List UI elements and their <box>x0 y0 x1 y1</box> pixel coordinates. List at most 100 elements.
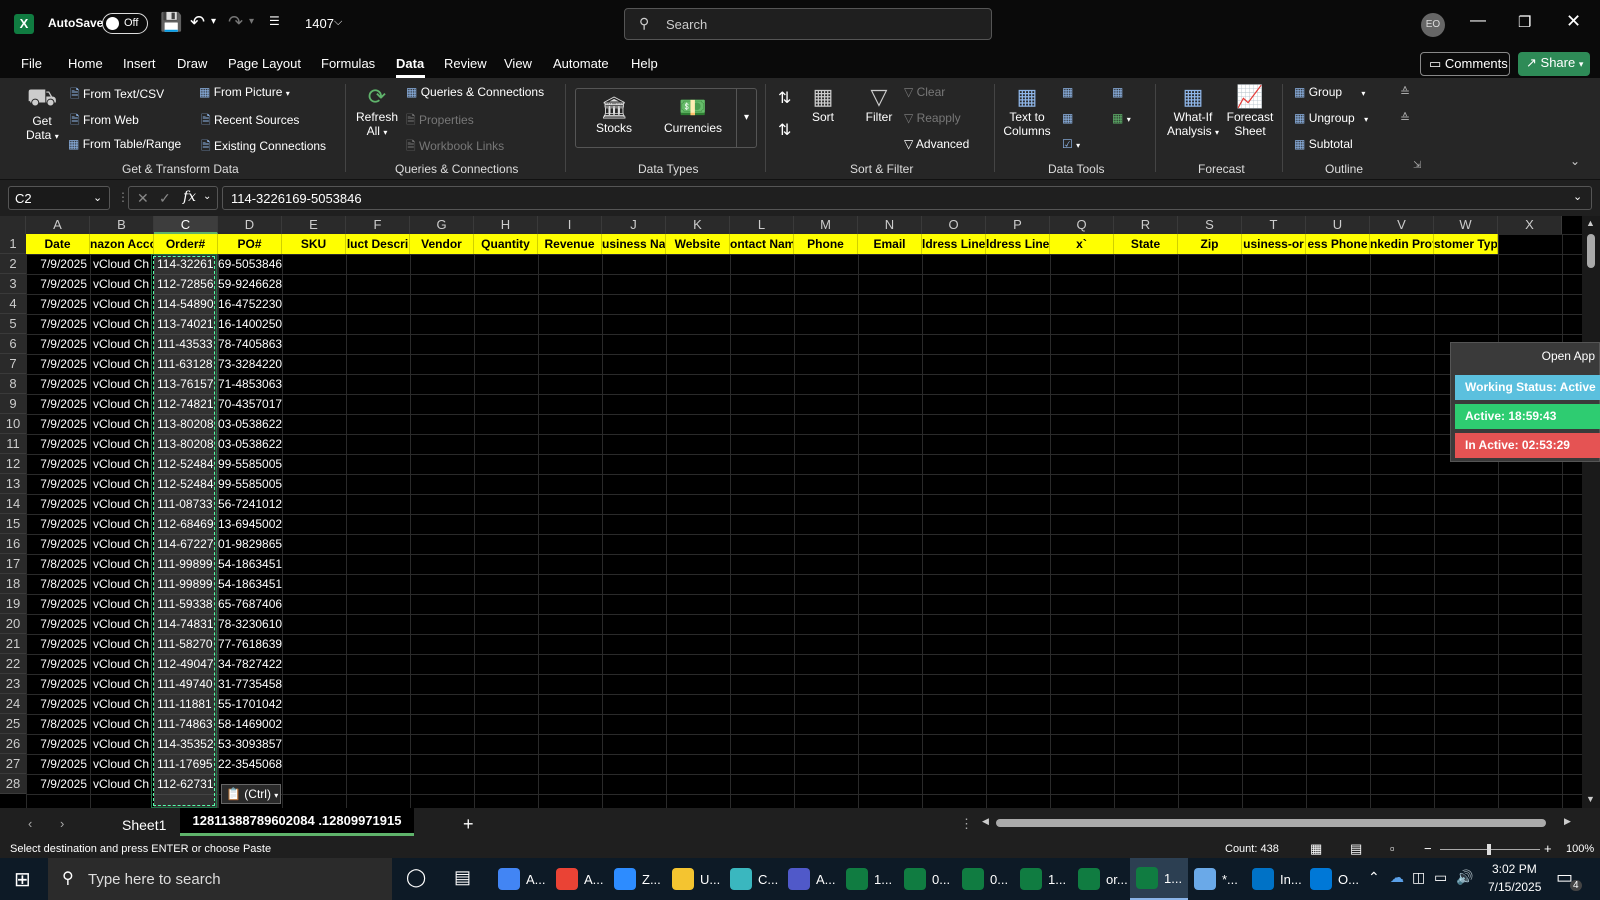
cell-account[interactable]: vCloud Ch <box>93 634 154 654</box>
column-header-a[interactable]: A <box>26 216 90 234</box>
taskbar-app[interactable]: A... <box>550 858 608 900</box>
cell-po[interactable]: 13-6945002 <box>218 514 346 534</box>
row-header-5[interactable]: 5 <box>0 314 26 334</box>
cell-po[interactable]: 53-3093857 <box>218 734 346 754</box>
row-header-9[interactable]: 9 <box>0 394 26 414</box>
cell-po[interactable]: 01-9829865 <box>218 534 346 554</box>
from-web-button[interactable]: 🗎 From Web <box>70 111 139 132</box>
taskbar-search-box[interactable]: ⚲ Type here to search <box>48 858 392 900</box>
tab-draw[interactable]: Draw <box>177 56 207 71</box>
share-button[interactable]: ↗ Share ▾ <box>1518 52 1590 76</box>
defender-icon[interactable]: ◫ <box>1412 869 1425 886</box>
page-break-view-icon[interactable]: ▫ <box>1390 841 1395 856</box>
taskbar-app[interactable]: A... <box>492 858 550 900</box>
header-cell[interactable]: Vendor <box>410 234 474 254</box>
tab-formulas[interactable]: Formulas <box>321 56 375 71</box>
prev-sheet-icon[interactable]: ‹ <box>28 816 32 831</box>
taskbar-app[interactable]: A... <box>782 858 840 900</box>
header-cell[interactable]: ldress Line <box>986 234 1050 254</box>
header-cell[interactable]: ldress Line <box>922 234 986 254</box>
cell-po[interactable]: 34-7827422 <box>218 654 346 674</box>
forecast-sheet-button[interactable]: 📈 Forecast Sheet <box>1225 84 1275 138</box>
cell-po[interactable]: 99-5585005 <box>218 474 346 494</box>
column-header-n[interactable]: N <box>858 216 922 234</box>
name-box[interactable]: C2 ⌄ <box>8 186 110 210</box>
existing-connections-button[interactable]: 🗎 Existing Connections <box>201 137 326 158</box>
row-header-28[interactable]: 28 <box>0 774 26 794</box>
taskbar-app[interactable]: or... <box>1072 858 1130 900</box>
column-header-k[interactable]: K <box>666 216 730 234</box>
row-header-17[interactable]: 17 <box>0 554 26 574</box>
row-header-21[interactable]: 21 <box>0 634 26 654</box>
clock-date[interactable]: 7/15/2025 <box>1488 880 1541 894</box>
row-header-15[interactable]: 15 <box>0 514 26 534</box>
taskbar-app[interactable]: In... <box>1246 858 1304 900</box>
cancel-entry-icon[interactable]: ✕ <box>137 190 149 207</box>
cell-po[interactable]: 70-4357017 <box>218 394 346 414</box>
file-name-chevron-icon[interactable]: ⌵ <box>334 16 342 29</box>
relationships-button[interactable]: ▦ ▾ <box>1112 111 1131 125</box>
zoom-out-icon[interactable]: − <box>1424 841 1432 856</box>
horizontal-scrollbar[interactable]: ◀ ▶ <box>978 816 1578 830</box>
cell-date[interactable]: 7/8/2025 <box>26 714 87 734</box>
cell-account[interactable]: vCloud Ch <box>93 514 154 534</box>
sort-button[interactable]: ▦ Sort <box>806 84 840 124</box>
volume-icon[interactable]: 🔊 <box>1456 869 1473 886</box>
spreadsheet-grid[interactable]: ABCDEFGHIJKLMNOPQRSTUVWX 1 2 3 4 5 6 7 8 9 10 11 12… <box>0 216 1600 808</box>
scroll-right-icon[interactable]: ▶ <box>1564 816 1571 827</box>
next-sheet-icon[interactable]: › <box>60 816 64 831</box>
cell-po[interactable]: 78-3230610 <box>218 614 346 634</box>
row-header-3[interactable]: 3 <box>0 274 26 294</box>
cell-po[interactable]: 99-5585005 <box>218 454 346 474</box>
sort-ascending-button[interactable]: ⇅ <box>778 88 791 108</box>
scroll-down-icon[interactable]: ▼ <box>1586 794 1595 804</box>
cell-date[interactable]: 7/9/2025 <box>26 734 87 754</box>
tab-insert[interactable]: Insert <box>123 56 156 71</box>
user-avatar[interactable]: EO <box>1421 13 1445 37</box>
cell-account[interactable]: vCloud Ch <box>93 374 154 394</box>
tab-automate[interactable]: Automate <box>553 56 609 71</box>
column-header-u[interactable]: U <box>1306 216 1370 234</box>
undo-dropdown-icon[interactable]: ▾ <box>211 16 216 27</box>
row-header-24[interactable]: 24 <box>0 694 26 714</box>
cell-account[interactable]: vCloud Ch <box>93 574 154 594</box>
cell-date[interactable]: 7/9/2025 <box>26 534 87 554</box>
cell-account[interactable]: vCloud Ch <box>93 594 154 614</box>
column-header-m[interactable]: M <box>794 216 858 234</box>
header-cell[interactable]: usiness Nar <box>602 234 666 254</box>
cell-account[interactable]: vCloud Ch <box>93 494 154 514</box>
header-cell[interactable]: luct Descri <box>346 234 410 254</box>
cell-date[interactable]: 7/9/2025 <box>26 294 87 314</box>
column-header-j[interactable]: J <box>602 216 666 234</box>
cell-date[interactable]: 7/9/2025 <box>26 274 87 294</box>
customize-qat-icon[interactable]: ☰ <box>269 14 280 28</box>
cell-date[interactable]: 7/9/2025 <box>26 514 87 534</box>
cell-po[interactable]: 16-4752230 <box>218 294 346 314</box>
cell-po[interactable]: 16-1400250 <box>218 314 346 334</box>
header-cell[interactable]: Phone <box>794 234 858 254</box>
filter-button[interactable]: ▽ Filter <box>862 84 896 124</box>
redo-dropdown-icon[interactable]: ▾ <box>249 16 254 27</box>
cell-po[interactable]: 56-7241012 <box>218 494 346 514</box>
row-header-27[interactable]: 27 <box>0 754 26 774</box>
row-header-20[interactable]: 20 <box>0 614 26 634</box>
row-header-18[interactable]: 18 <box>0 574 26 594</box>
cell-date[interactable]: 7/9/2025 <box>26 354 87 374</box>
zoom-slider[interactable] <box>1440 844 1540 855</box>
cell-po[interactable]: 77-7618639 <box>218 634 346 654</box>
header-cell[interactable]: x` <box>1050 234 1114 254</box>
row-header-23[interactable]: 23 <box>0 674 26 694</box>
cell-date[interactable]: 7/9/2025 <box>26 334 87 354</box>
taskbar-app[interactable]: *... <box>1188 858 1246 900</box>
header-cell[interactable]: usiness-or <box>1242 234 1306 254</box>
cell-account[interactable]: vCloud Ch <box>93 674 154 694</box>
cell-account[interactable]: vCloud Ch <box>93 314 154 334</box>
column-header-x[interactable]: X <box>1498 216 1562 234</box>
currencies-button[interactable]: 💵 Currencies <box>658 95 728 135</box>
cell-account[interactable]: vCloud Ch <box>93 654 154 674</box>
cell-account[interactable]: vCloud Ch <box>93 534 154 554</box>
file-name[interactable]: 1407 <box>305 16 334 31</box>
zoom-level[interactable]: 100% <box>1566 843 1594 855</box>
expand-formula-icon[interactable]: ⌄ <box>1573 190 1582 203</box>
tray-chevron-icon[interactable]: ⌃ <box>1368 869 1380 886</box>
